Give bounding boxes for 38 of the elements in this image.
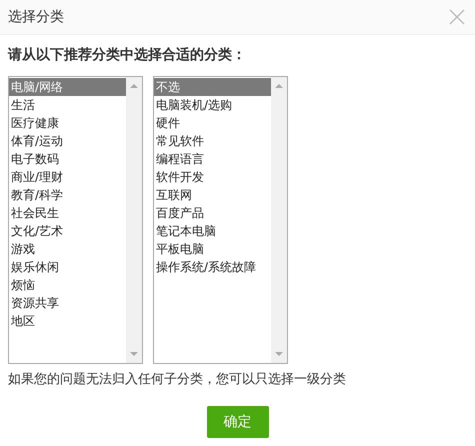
list-option[interactable]: 娱乐休闲 [9, 258, 126, 276]
list-option[interactable]: 社会民生 [9, 204, 126, 222]
scrollbar[interactable] [126, 77, 142, 363]
hint-text: 如果您的问题无法归入任何子分类，您可以只选择一级分类 [8, 371, 347, 389]
close-button[interactable] [449, 9, 465, 25]
scroll-up-icon[interactable] [130, 83, 138, 89]
window-title: 选择分类 [8, 8, 64, 26]
list-option[interactable]: 常见软件 [154, 132, 271, 150]
list-option[interactable]: 医疗健康 [9, 114, 126, 132]
list-option[interactable]: 资源共享 [9, 294, 126, 312]
scrollbar[interactable] [271, 77, 287, 363]
list-option[interactable]: 烦恼 [9, 276, 126, 294]
scroll-down-icon[interactable] [130, 351, 138, 357]
category-list[interactable]: 不选 电脑装机/选购 硬件 常见软件 编程语言 软件开发 互联网 百度产品 笔记本电脑 平板电脑 操作系统/系统故障 [153, 76, 288, 364]
list-option[interactable]: 软件开发 [154, 168, 271, 186]
category-list[interactable]: 电脑/网络 生活 医疗健康 体育/运动 电子数码 商业/理财 教育/科学 社会民生 文化/艺术 游戏 娱乐休闲 烦恼 资源共享 地区 [8, 76, 143, 364]
scroll-down-icon[interactable] [275, 351, 283, 357]
list-option[interactable]: 笔记本电脑 [154, 222, 271, 240]
close-icon [449, 9, 465, 25]
list-option[interactable]: 地区 [9, 312, 126, 330]
list-option[interactable]: 平板电脑 [154, 240, 271, 258]
scroll-up-icon[interactable] [275, 83, 283, 89]
list-option[interactable]: 体育/运动 [9, 132, 126, 150]
list-option[interactable]: 编程语言 [154, 150, 271, 168]
list-option[interactable]: 操作系统/系统故障 [154, 258, 271, 276]
list-option[interactable]: 文化/艺术 [9, 222, 126, 240]
instruction-text: 请从以下推荐分类中选择合适的分类： [8, 46, 247, 65]
list-option[interactable]: 电脑装机/选购 [154, 96, 271, 114]
list-option[interactable]: 电子数码 [9, 150, 126, 168]
list-option[interactable]: 硬件 [154, 114, 271, 132]
list-option[interactable]: 不选 [154, 78, 271, 96]
list-option[interactable]: 互联网 [154, 186, 271, 204]
list-option[interactable]: 百度产品 [154, 204, 271, 222]
list-option[interactable]: 商业/理财 [9, 168, 126, 186]
list-option[interactable]: 游戏 [9, 240, 126, 258]
list-option[interactable]: 生活 [9, 96, 126, 114]
list-option[interactable]: 电脑/网络 [9, 78, 126, 96]
list-option[interactable]: 教育/科学 [9, 186, 126, 204]
